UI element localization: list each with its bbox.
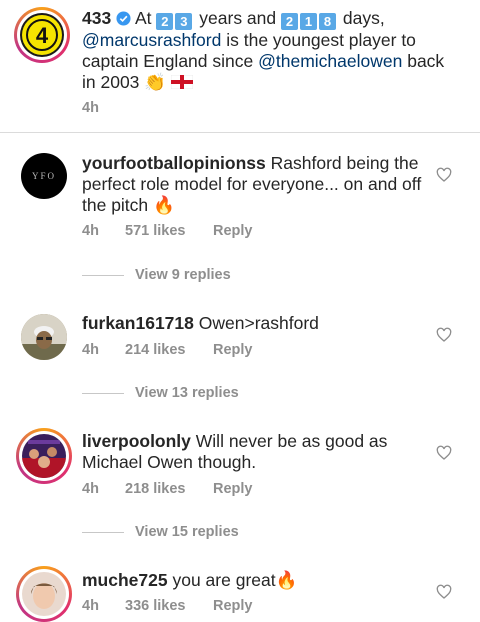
reply-button[interactable]: Reply [213,342,253,358]
comment-likes[interactable]: 336 likes [125,598,185,614]
mention-marcusrashford[interactable]: @marcusrashford [82,30,221,50]
days-digit-1: 2 [281,13,299,30]
comment-text: muche725 you are great🔥 [82,570,422,591]
view-replies-button[interactable]: View 15 replies [135,524,239,540]
avatar-muche725[interactable] [22,572,66,616]
days-word: days, [342,8,385,28]
caption-username[interactable]: 433 [82,8,111,28]
avatar-text: YFO [31,171,56,181]
avatar-photo-icon [21,314,67,360]
post-caption: 4 433 At 23 years and 218 days, @marcusr… [0,0,480,132]
days-digit-3: 8 [319,13,337,30]
like-heart-icon[interactable] [436,445,452,461]
comment-username[interactable]: furkan161718 [82,313,194,333]
like-heart-icon[interactable] [436,584,452,600]
reply-button[interactable]: Reply [213,223,253,239]
avatar-liverpoolonly[interactable] [22,434,66,478]
days-digit-2: 1 [300,13,318,30]
comment-body: Owen>rashford [198,313,319,333]
replies-line [82,532,124,533]
clap-emoji: 👏 [144,72,167,92]
caption-divider [0,132,480,133]
comment-likes[interactable]: 214 likes [125,342,185,358]
caption-prefix: At [134,8,152,28]
comment-text: furkan161718 Owen>rashford [82,313,422,334]
story-ring[interactable]: 4 [14,7,70,63]
avatar-433[interactable]: 4 [20,13,64,57]
avatar-yourfootballopinionss[interactable]: YFO [21,153,67,199]
svg-text:4: 4 [36,23,49,48]
comment-time: 4h [82,598,99,614]
years-digit-1: 2 [156,13,174,30]
comment-text: yourfootballopinionss Rashford being the… [82,153,422,216]
comment-text: liverpoolonly Will never be as good as M… [82,431,422,473]
avatar-photo-icon [22,434,66,478]
mention-themichaelowen[interactable]: @themichaelowen [258,51,402,71]
like-heart-icon[interactable] [436,327,452,343]
replies-line [82,275,124,276]
like-heart-icon[interactable] [436,167,452,183]
avatar-photo-icon [22,572,66,616]
comment-body: you are great [172,570,276,590]
comment-likes[interactable]: 218 likes [125,481,185,497]
story-ring[interactable] [16,566,72,622]
fire-emoji: 🔥 [275,570,298,590]
fire-emoji: 🔥 [153,195,175,215]
comment-time: 4h [82,481,99,497]
view-replies-button[interactable]: View 13 replies [135,385,239,401]
comment-username[interactable]: muche725 [82,570,168,590]
verified-badge-icon [116,11,131,26]
reply-button[interactable]: Reply [213,481,253,497]
avatar-furkan161718[interactable] [21,314,67,360]
comment-username[interactable]: yourfootballopinionss [82,153,266,173]
years-word: years and [199,8,277,28]
view-replies-button[interactable]: View 9 replies [135,267,231,283]
comment-username[interactable]: liverpoolonly [82,431,191,451]
reply-button[interactable]: Reply [213,598,253,614]
comment-time: 4h [82,342,99,358]
comment-likes[interactable]: 571 likes [125,223,185,239]
caption-time: 4h [82,100,99,116]
caption-text: 433 At 23 years and 218 days, @marcusras… [82,8,462,93]
years-digit-2: 3 [175,13,193,30]
story-ring[interactable] [16,428,72,484]
433-logo-icon: 4 [22,15,62,55]
comment-time: 4h [82,223,99,239]
england-flag-icon [170,74,194,90]
replies-line [82,393,124,394]
